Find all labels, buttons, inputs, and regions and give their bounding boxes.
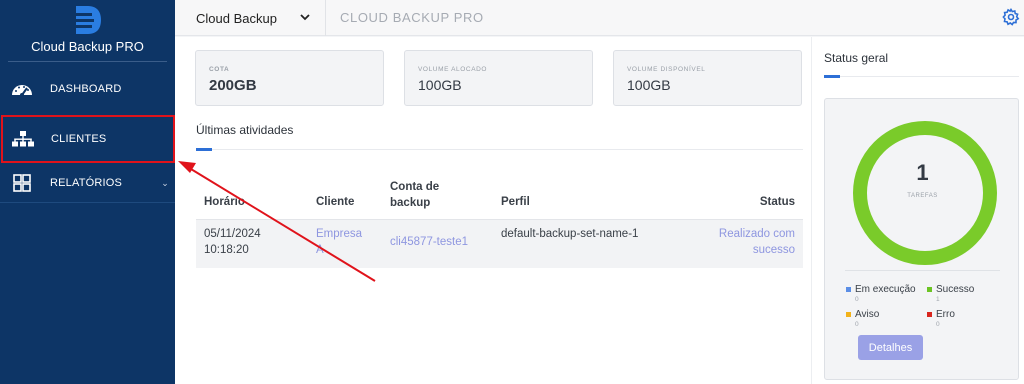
status-panel-title: Status geral [824,51,889,65]
column-header-status: Status [759,196,795,208]
app-selector[interactable]: Cloud Backup [175,0,326,36]
cell-cliente-link[interactable]: Empresa A [316,226,371,258]
table-row: 05/11/2024 10:18:20 Empresa A cli45877-t… [196,220,803,268]
legend-count: 0 [855,296,859,303]
legend-swatch [846,312,851,317]
stat-value: 100GB [418,77,462,93]
stat-label: COTA [209,66,230,73]
legend-erro: Erro [927,309,955,320]
legend-count: 1 [936,296,940,303]
activities-table: Horário Cliente Conta de backup Perfil S… [196,177,803,268]
sidebar-item-label: RELATÓRIOS [50,177,123,189]
legend-label: Erro [936,309,955,320]
brand: Cloud Backup PRO [8,0,167,62]
chevron-down-icon[interactable]: ⌄ [161,178,169,189]
legend-label: Em execução [855,284,916,295]
sidebar-item-relatorios[interactable]: RELATÓRIOS ⌄ [0,160,175,206]
stat-value: 200GB [209,77,257,94]
stat-label: VOLUME DISPONÍVEL [627,66,706,73]
status-panel-divider [824,76,1019,77]
status-panel-indicator [824,75,840,78]
stat-card-cota: COTA 200GB [195,50,384,106]
donut-total-label: TAREFAS [907,193,938,199]
details-button[interactable]: Detalhes [858,335,923,360]
status-panel: Status geral 1 TAREFAS Em execução 0 Suc… [811,37,1024,384]
sidebar-item-dashboard[interactable]: DASHBOARD [0,66,175,112]
sidebar-divider [0,202,175,203]
app-selector-label: Cloud Backup [196,10,277,26]
speedometer-icon [10,79,34,99]
page-title: CLOUD BACKUP PRO [340,10,484,25]
donut-total: 1 [916,160,929,185]
tab-divider [196,149,803,150]
legend-label: Aviso [855,309,880,320]
brand-logo-icon [75,6,101,34]
legend-sucesso: Sucesso [927,284,974,295]
cell-conta-link[interactable]: cli45877-teste1 [390,234,468,250]
sidebar-item-label: DASHBOARD [50,83,122,95]
stat-value: 100GB [627,77,671,93]
column-header-perfil: Perfil [501,196,530,208]
legend-count: 0 [855,321,859,328]
tab-active-indicator [196,148,212,151]
gear-icon[interactable] [1002,8,1020,26]
sidebar-item-label: CLIENTES [51,133,107,145]
column-header-cliente: Cliente [316,196,355,208]
brand-name: Cloud Backup PRO [31,39,144,54]
stat-card-volume-alocado: VOLUME ALOCADO 100GB [404,50,593,106]
cell-status-link[interactable]: Realizado com sucesso [695,226,795,258]
legend-count: 0 [936,321,940,328]
column-header-conta: Conta de backup [390,181,440,209]
legend-aviso: Aviso [846,309,879,320]
legend-swatch [927,287,932,292]
chevron-down-icon [300,14,310,21]
cell-horario: 05/11/2024 10:18:20 [204,228,261,256]
tab-ultimas-atividades[interactable]: Últimas atividades [196,123,293,137]
main-content: COTA 200GB VOLUME ALOCADO 100GB VOLUME D… [175,37,811,384]
legend-label: Sucesso [936,284,975,295]
column-header-horario: Horário [204,196,245,208]
legend-swatch [846,287,851,292]
sitemap-icon [11,129,35,149]
status-card: 1 TAREFAS Em execução 0 Sucesso 1 Aviso … [824,98,1019,380]
table-header: Horário Cliente Conta de backup Perfil S… [196,177,803,220]
sidebar-item-clientes[interactable]: CLIENTES [1,115,175,163]
top-header: Cloud Backup CLOUD BACKUP PRO [175,0,1024,36]
sidebar: Cloud Backup PRO DASHBOARD CLIENTES RELA… [0,0,175,384]
stat-card-volume-disponivel: VOLUME DISPONÍVEL 100GB [613,50,802,106]
legend-swatch [927,312,932,317]
grid-icon [10,173,34,193]
stat-label: VOLUME ALOCADO [418,66,488,73]
legend-em-execucao: Em execução [846,284,916,295]
cell-perfil: default-backup-set-name-1 [501,228,639,240]
legend-divider [845,270,1000,271]
